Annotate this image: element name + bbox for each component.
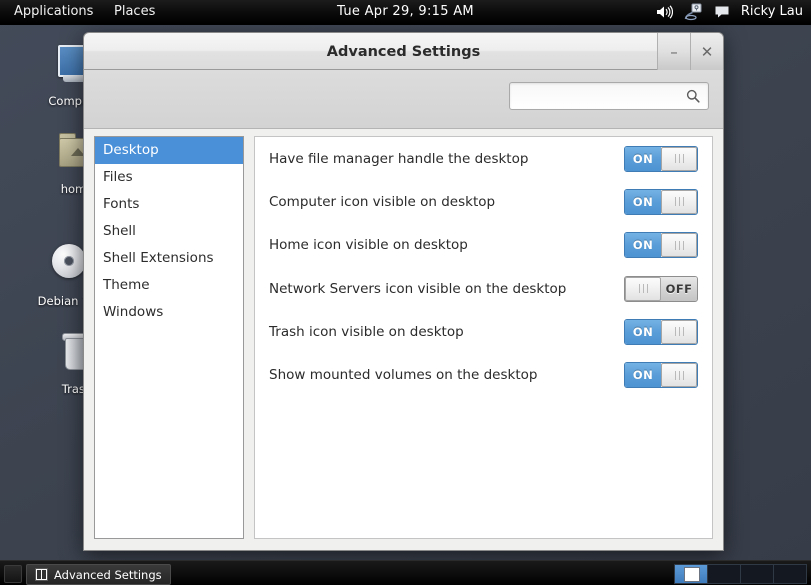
toggle-knob [661,189,697,214]
username-label[interactable]: Ricky Lau [741,0,807,24]
chat-icon[interactable] [712,2,732,22]
sidebar-item-files[interactable]: Files [95,164,243,191]
setting-label: Have file manager handle the desktop [269,150,529,167]
setting-label: Trash icon visible on desktop [269,323,464,340]
setting-label: Computer icon visible on desktop [269,193,496,210]
settings-window-icon [35,568,48,581]
workspace-switcher[interactable] [674,564,807,584]
toggle-computer-icon[interactable]: ON [624,188,698,215]
toggle-state-label: ON [625,146,661,171]
toggle-home-icon[interactable]: ON [624,232,698,259]
search-box[interactable] [509,82,709,110]
sidebar-item-shell-extensions[interactable]: Shell Extensions [95,245,243,272]
setting-label: Network Servers icon visible on the desk… [269,280,567,297]
toggle-state-label: ON [625,189,661,214]
taskbar-item-advanced-settings[interactable]: Advanced Settings [26,564,171,585]
taskbar-item-label: Advanced Settings [54,567,162,582]
sidebar-item-fonts[interactable]: Fonts [95,191,243,218]
desktop-background: Computer home Debian 7... Trash Advanced… [0,0,811,585]
toggle-file-manager-desktop[interactable]: ON [624,145,698,172]
window-titlebar[interactable]: Advanced Settings – ✕ [83,32,724,70]
top-panel: Applications Places Tue Apr 29, 9:15 AM [0,0,811,25]
volume-icon[interactable] [654,2,674,22]
search-input[interactable] [510,88,682,104]
setting-label: Show mounted volumes on the desktop [269,367,538,384]
show-desktop-button[interactable] [4,565,22,583]
bottom-panel: Advanced Settings [0,560,811,585]
toggle-state-label: OFF [661,276,697,301]
setting-row: Trash icon visible on desktop ON [255,310,712,353]
workspace-1[interactable] [675,565,708,583]
setting-row: Network Servers icon visible on the desk… [255,267,712,310]
advanced-settings-window: Advanced Settings – ✕ Desktop Files Font… [83,32,724,551]
window-title: Advanced Settings [326,44,481,60]
toggle-network-servers-icon[interactable]: OFF [624,275,698,302]
toggle-knob [661,319,697,344]
setting-row: Home icon visible on desktop ON [255,224,712,267]
minimize-button[interactable]: – [657,33,690,70]
sidebar-item-theme[interactable]: Theme [95,272,243,299]
system-tray: Ricky Lau [654,0,807,24]
toggle-mounted-volumes[interactable]: ON [624,362,698,389]
close-button[interactable]: ✕ [690,33,723,70]
workspace-4[interactable] [774,565,806,583]
toggle-trash-icon[interactable]: ON [624,318,698,345]
sidebar-item-shell[interactable]: Shell [95,218,243,245]
setting-row: Computer icon visible on desktop ON [255,180,712,223]
search-icon[interactable] [682,89,708,103]
window-controls: – ✕ [657,33,723,71]
toggle-state-label: ON [625,363,661,388]
window-toolbar [84,70,723,129]
settings-category-list[interactable]: Desktop Files Fonts Shell Shell Extensio… [94,136,244,539]
toggle-knob [661,363,697,388]
toggle-knob [661,146,697,171]
toggle-knob [661,233,697,258]
toggle-knob [625,276,661,301]
sidebar-item-windows[interactable]: Windows [95,299,243,326]
sidebar-item-desktop[interactable]: Desktop [95,137,243,164]
settings-panel: Have file manager handle the desktop ON … [254,136,713,539]
setting-label: Home icon visible on desktop [269,237,468,254]
setting-row: Have file manager handle the desktop ON [255,137,712,180]
workspace-2[interactable] [708,565,741,583]
toggle-state-label: ON [625,319,661,344]
toggle-state-label: ON [625,233,661,258]
workspace-3[interactable] [741,565,774,583]
window-body: Desktop Files Fonts Shell Shell Extensio… [83,70,724,551]
setting-row: Show mounted volumes on the desktop ON [255,353,712,396]
workspace-window-thumbnail [684,567,700,582]
network-icon[interactable] [683,2,703,22]
